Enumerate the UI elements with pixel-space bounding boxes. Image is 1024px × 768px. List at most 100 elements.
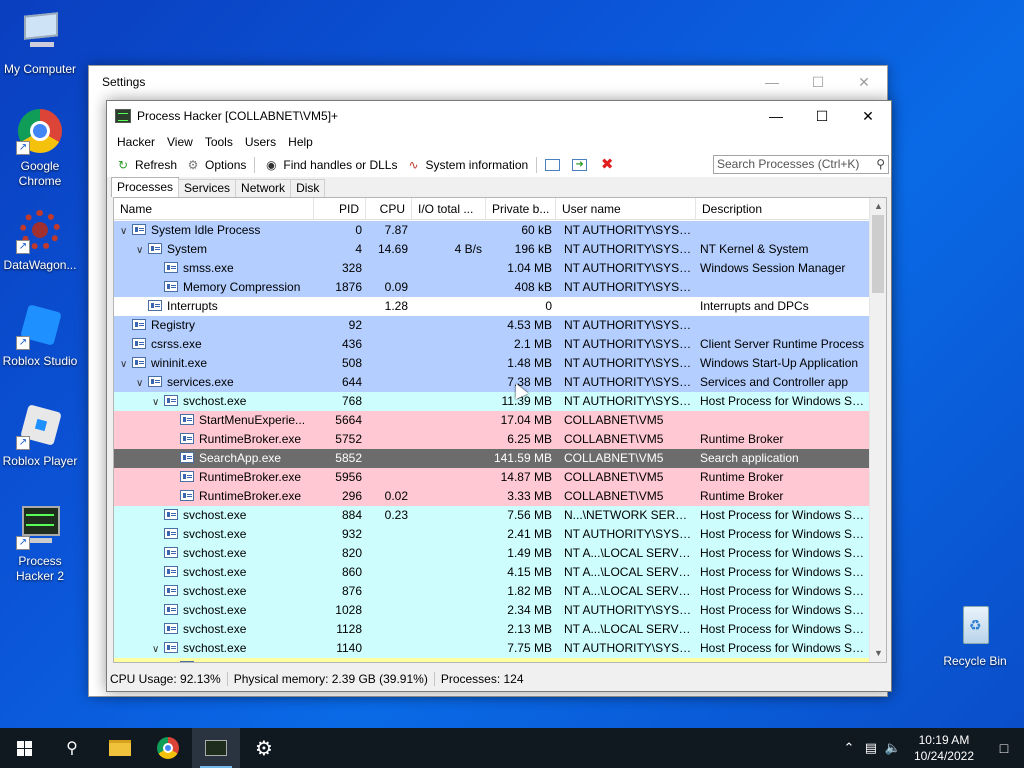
search-button[interactable]: ⚲ bbox=[48, 728, 96, 768]
maximize-button[interactable]: ☐ bbox=[795, 66, 841, 98]
process-row[interactable]: svchost.exe 932 2.41 MB NT AUTHORITY\SYSTEM… bbox=[114, 525, 871, 544]
notification-icon[interactable]: □ bbox=[984, 740, 1024, 756]
roblox-player-icon: ↗ bbox=[16, 402, 64, 450]
taskbar-settings[interactable]: ⚙ bbox=[240, 728, 288, 768]
vertical-scrollbar[interactable]: ▲ ▼ bbox=[869, 198, 886, 662]
desktop-icon-roblox-studio[interactable]: ↗ Roblox Studio bbox=[0, 302, 80, 369]
chevron-down-icon[interactable]: ∨ bbox=[152, 640, 164, 658]
desktop-icon-my-computer[interactable]: My Computer bbox=[0, 10, 80, 77]
process-row[interactable]: ∨ svchost.exe 768 11.39 MB NT AUTHORITY\SYST… bbox=[114, 392, 871, 411]
menu-hacker[interactable]: Hacker bbox=[111, 135, 161, 149]
process-pid: 4 bbox=[355, 242, 362, 256]
process-icon bbox=[164, 642, 178, 653]
menu-users[interactable]: Users bbox=[239, 135, 282, 149]
scroll-down-arrow-icon[interactable]: ▼ bbox=[870, 645, 886, 662]
column-header-pid[interactable]: PID bbox=[314, 198, 366, 220]
taskbar-process-hacker[interactable] bbox=[192, 728, 240, 768]
chevron-down-icon[interactable]: ∨ bbox=[120, 355, 132, 373]
process-row[interactable]: RuntimeBroker.exe 296 0.02 3.33 MB COLLABNET… bbox=[114, 487, 871, 506]
volume-icon[interactable]: 🔈 bbox=[882, 740, 904, 756]
process-row[interactable]: csrss.exe 436 2.1 MB NT AUTHORITY\SYSTEM Cli… bbox=[114, 335, 871, 354]
tab-disk[interactable]: Disk bbox=[290, 179, 326, 197]
desktop-icon-chrome[interactable]: ↗ Google Chrome bbox=[0, 107, 80, 189]
network-icon[interactable]: ▤ bbox=[860, 740, 882, 756]
chevron-down-icon[interactable]: ∨ bbox=[136, 374, 148, 392]
search-processes-input[interactable]: Search Processes (Ctrl+K) ⚲ bbox=[713, 155, 889, 174]
desktop-icon-datawagon[interactable]: ↗ DataWagon... bbox=[0, 206, 80, 273]
clock[interactable]: 10:19 AM 10/24/2022 bbox=[904, 732, 984, 764]
process-icon bbox=[132, 319, 146, 330]
process-row[interactable]: ∨ wininit.exe 508 1.48 MB NT AUTHORITY\SYSTE… bbox=[114, 354, 871, 373]
process-row[interactable]: SearchApp.exe 5852 141.59 MB COLLABNET\VM5 S… bbox=[114, 449, 871, 468]
scrollbar-thumb[interactable] bbox=[872, 215, 884, 293]
process-row[interactable]: taskhostw.exe 4340 7.11 MBCOLLABNET\VM5Hos… bbox=[114, 658, 871, 662]
process-row[interactable]: Memory Compression 1876 0.09 408 kB NT AUTHO… bbox=[114, 278, 871, 297]
close-button[interactable]: ✕ bbox=[841, 66, 887, 98]
process-row[interactable]: RuntimeBroker.exe 5752 6.25 MB COLLABNET\VM… bbox=[114, 430, 871, 449]
chevron-down-icon[interactable]: ∨ bbox=[152, 393, 164, 411]
menu-help[interactable]: Help bbox=[282, 135, 319, 149]
process-row[interactable]: svchost.exe 884 0.23 7.56 MB N...\NETWORK SE… bbox=[114, 506, 871, 525]
column-header-description[interactable]: Description bbox=[696, 198, 871, 220]
start-button[interactable] bbox=[0, 728, 48, 768]
process-icon bbox=[132, 357, 146, 368]
process-row[interactable]: svchost.exe 820 1.49 MB NT A...\LOCAL SERVI… bbox=[114, 544, 871, 563]
process-name: wininit.exe bbox=[151, 356, 208, 370]
roblox-studio-icon: ↗ bbox=[16, 302, 64, 350]
column-header-user-name[interactable]: User name bbox=[556, 198, 696, 220]
terminate-button[interactable]: ✖ bbox=[595, 154, 623, 176]
process-row[interactable]: ∨ services.exe 644 7.38 MB NT AUTHORITY\SYST… bbox=[114, 373, 871, 392]
taskbar-chrome[interactable] bbox=[144, 728, 192, 768]
process-row[interactable]: svchost.exe 1028 2.34 MB NT AUTHORITY\SYSTE… bbox=[114, 601, 871, 620]
chevron-down-icon[interactable]: ∨ bbox=[120, 222, 132, 240]
column-header-private-bytes[interactable]: Private b... bbox=[486, 198, 556, 220]
desktop-icon-process-hacker[interactable]: ↗ Process Hacker 2 bbox=[0, 502, 80, 584]
chevron-up-icon[interactable]: ⌃ bbox=[838, 740, 860, 756]
process-user-name: NT A...\LOCAL SERVICE bbox=[564, 565, 696, 579]
process-io-total bbox=[412, 658, 486, 662]
process-row[interactable]: Registry 92 4.53 MB NT AUTHORITY\SYSTEM bbox=[114, 316, 871, 335]
process-description: Runtime Broker bbox=[700, 432, 784, 446]
refresh-button[interactable]: ↻ Refresh bbox=[111, 154, 181, 176]
process-row[interactable]: svchost.exe 1128 2.13 MB NT A...\LOCAL SERV… bbox=[114, 620, 871, 639]
process-row[interactable]: ∨ System Idle Process 0 7.87 60 kB NT AUTHORI… bbox=[114, 221, 871, 240]
maximize-button[interactable]: ☐ bbox=[799, 101, 845, 131]
find-window-button[interactable]: ➜ bbox=[568, 154, 595, 176]
desktop-icon-recycle-bin[interactable]: ♻ Recycle Bin bbox=[935, 602, 1015, 669]
options-button[interactable]: ⚙ Options bbox=[181, 154, 250, 176]
minimize-button[interactable]: — bbox=[753, 101, 799, 131]
scroll-up-arrow-icon[interactable]: ▲ bbox=[870, 198, 886, 215]
menu-view[interactable]: View bbox=[161, 135, 199, 149]
column-header-cpu[interactable]: CPU bbox=[366, 198, 412, 220]
process-row[interactable]: Interrupts 1.28 0 Interrupts and DPCs bbox=[114, 297, 871, 316]
process-description: Services and Controller app bbox=[700, 375, 849, 389]
close-button[interactable]: ✕ bbox=[845, 101, 891, 131]
process-row[interactable]: ∨ svchost.exe 1140 7.75 MB NT AUTHORITY\SYST… bbox=[114, 639, 871, 658]
chevron-down-icon[interactable]: ∨ bbox=[136, 241, 148, 259]
process-name-cell: ∨ wininit.exe bbox=[114, 354, 314, 373]
process-io-total bbox=[412, 278, 486, 297]
tab-network[interactable]: Network bbox=[235, 179, 292, 197]
menu-tools[interactable]: Tools bbox=[199, 135, 239, 149]
process-row[interactable]: RuntimeBroker.exe 5956 14.87 MB COLLABNET\V… bbox=[114, 468, 871, 487]
tab-services[interactable]: Services bbox=[178, 179, 237, 197]
process-row[interactable]: ∨ System 4 14.69 4 B/s 196 kB NT AUTHORITY\SYS… bbox=[114, 240, 871, 259]
process-tree-list[interactable]: Name PID CPU I/O total ... Private b... … bbox=[113, 197, 887, 663]
find-handles-button[interactable]: ◉ Find handles or DLLs bbox=[259, 154, 401, 176]
column-header-name[interactable]: Name bbox=[114, 198, 314, 220]
show-window-button[interactable] bbox=[541, 154, 568, 176]
column-header-io[interactable]: I/O total ... bbox=[412, 198, 486, 220]
window-titlebar[interactable]: Process Hacker [COLLABNET\VM5]+ — ☐ ✕ bbox=[107, 101, 891, 131]
tab-processes[interactable]: Processes bbox=[111, 177, 180, 197]
taskbar-file-explorer[interactable] bbox=[96, 728, 144, 768]
gear-icon: ⚙ bbox=[255, 737, 273, 760]
process-hacker-window[interactable]: Process Hacker [COLLABNET\VM5]+ — ☐ ✕ Ha… bbox=[106, 100, 892, 692]
system-information-button[interactable]: ∿ System information bbox=[401, 154, 532, 176]
process-io-total bbox=[412, 221, 486, 240]
process-row[interactable]: svchost.exe 876 1.82 MB NT A...\LOCAL SERVI… bbox=[114, 582, 871, 601]
process-row[interactable]: StartMenuExperie... 5664 17.04 MB COLLABNET… bbox=[114, 411, 871, 430]
desktop-icon-roblox-player[interactable]: ↗ Roblox Player bbox=[0, 402, 80, 469]
minimize-button[interactable]: — bbox=[749, 66, 795, 98]
process-row[interactable]: smss.exe 328 1.04 MB NT AUTHORITY\SYSTEM Win… bbox=[114, 259, 871, 278]
process-row[interactable]: svchost.exe 860 4.15 MB NT A...\LOCAL SERVI… bbox=[114, 563, 871, 582]
